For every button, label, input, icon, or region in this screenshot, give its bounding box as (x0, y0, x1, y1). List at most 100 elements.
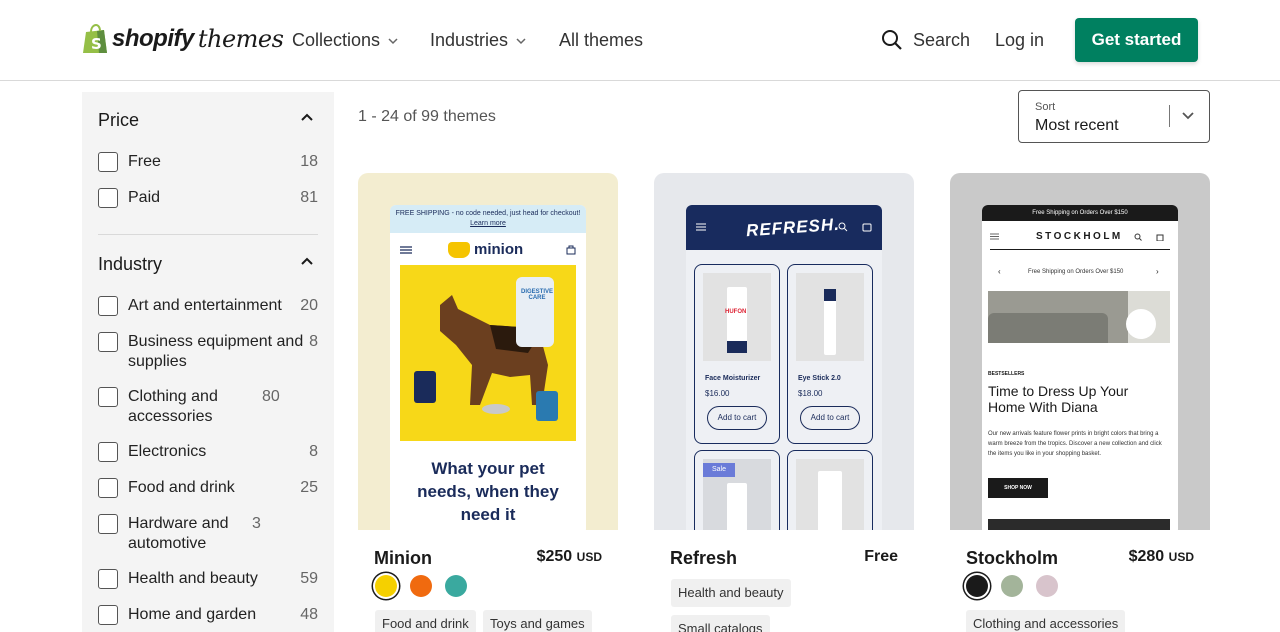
nav-collections-label: Collections (292, 30, 381, 50)
theme-name[interactable]: Stockholm (966, 548, 1058, 569)
theme-card-refresh[interactable]: REFRESH. HUFON Face Moisturizer $16.00 A… (654, 173, 914, 632)
checkbox[interactable] (98, 188, 118, 208)
color-swatch[interactable] (1036, 575, 1058, 597)
color-swatch[interactable] (410, 575, 432, 597)
checkbox[interactable] (98, 332, 118, 352)
color-swatch[interactable] (1001, 575, 1023, 597)
filter-option-count: 48 (300, 606, 318, 623)
product-image: HUFON (703, 273, 771, 361)
divider (98, 234, 318, 235)
login-link[interactable]: Log in (995, 30, 1044, 51)
checkbox[interactable] (98, 478, 118, 498)
theme-info: Stockholm $280 USD Clothing and accessor… (950, 530, 1210, 632)
price-filter-title[interactable]: Price (98, 110, 139, 131)
filter-option-clothing[interactable]: Clothing and accessories 80 (98, 387, 318, 427)
filter-option-food[interactable]: Food and drink 25 (98, 478, 318, 498)
filter-option-label: Hardware and automotive (128, 515, 229, 552)
stick-cap (824, 289, 836, 301)
sofa-shape (988, 313, 1108, 343)
checkbox[interactable] (98, 442, 118, 462)
chevron-down-icon (388, 37, 398, 44)
theme-tag[interactable]: Small catalogs (671, 615, 770, 632)
product-card: Sale (694, 450, 780, 535)
nav-all-themes[interactable]: All themes (559, 30, 643, 51)
filter-option-hardware[interactable]: Hardware and automotive 3 (98, 514, 318, 554)
filter-option-electronics[interactable]: Electronics 8 (98, 442, 318, 462)
color-swatch[interactable] (966, 575, 988, 597)
theme-preview[interactable]: REFRESH. HUFON Face Moisturizer $16.00 A… (654, 173, 914, 535)
theme-preview[interactable]: FREE SHIPPING - no code needed, just hea… (358, 173, 618, 535)
theme-name[interactable]: Minion (374, 548, 432, 569)
theme-name[interactable]: Refresh (670, 548, 737, 569)
filter-option-free[interactable]: Free 18 (98, 152, 318, 172)
filter-option-count: 20 (300, 297, 318, 314)
hero-image: DIGESTIVE CARE (400, 265, 576, 441)
nav-industries[interactable]: Industries (430, 30, 526, 51)
filter-option-health[interactable]: Health and beauty 59 (98, 569, 318, 589)
tube-shape (727, 483, 747, 535)
filter-option-paid[interactable]: Paid 81 (98, 188, 318, 208)
filter-option-count: 8 (309, 333, 318, 350)
filter-option-label: Paid (128, 189, 161, 206)
chevron-up-icon[interactable] (300, 256, 314, 266)
announcement-bar: FREE SHIPPING - no code needed, just hea… (390, 205, 586, 233)
checkbox[interactable] (98, 605, 118, 625)
filter-option-label: Clothing and accessories (128, 388, 218, 425)
filter-option-business[interactable]: Business equipment and supplies 8 (98, 332, 318, 372)
theme-tag[interactable]: Clothing and accessories (966, 610, 1126, 632)
nav-all-themes-label: All themes (559, 30, 644, 50)
price-amount: $280 (1128, 548, 1165, 565)
filter-option-count: 8 (309, 443, 318, 460)
search-button[interactable]: Search (881, 29, 970, 51)
filter-option-art[interactable]: Art and entertainment 20 (98, 296, 318, 316)
checkbox[interactable] (98, 569, 118, 589)
search-label: Search (913, 29, 971, 50)
phone-mockup: FREE SHIPPING - no code needed, just hea… (390, 205, 586, 535)
bag-icon (566, 245, 576, 255)
checkbox[interactable] (98, 387, 118, 407)
hero-image (988, 291, 1170, 343)
sale-badge: Sale (703, 463, 735, 477)
theme-preview[interactable]: Free Shipping on Orders Over $150 STOCKH… (950, 173, 1210, 535)
color-swatch[interactable] (445, 575, 467, 597)
shopify-themes-logo[interactable]: S shopify themes (82, 24, 284, 54)
product-image: Sale (703, 459, 771, 535)
filter-option-label: Health and beauty (128, 570, 258, 587)
filter-option-home[interactable]: Home and garden 48 (98, 605, 318, 625)
sort-value: Most recent (1035, 117, 1119, 134)
hero-headline: What your pet needs, when they need it (417, 459, 559, 524)
svg-text:S: S (91, 35, 102, 53)
theme-card-minion[interactable]: FREE SHIPPING - no code needed, just hea… (358, 173, 618, 632)
product-card: Eye Stick 2.0 $18.00 Add to cart (787, 264, 873, 444)
product-name: Face Moisturizer (705, 375, 761, 382)
menu-icon (990, 233, 999, 240)
chevron-up-icon[interactable] (300, 112, 314, 122)
filter-option-label: Art and entertainment (128, 297, 282, 314)
tube-cap (727, 341, 747, 353)
checkbox[interactable] (98, 296, 118, 316)
chevron-down-icon (516, 37, 526, 44)
color-swatch[interactable] (375, 575, 397, 597)
industry-filter-title[interactable]: Industry (98, 254, 162, 275)
cart-icon (862, 223, 872, 232)
dog-icon (448, 241, 470, 258)
theme-tag[interactable]: Health and beauty (671, 579, 791, 607)
eyebrow-text: BESTSELLERS (988, 371, 1025, 377)
promo-text: Free Shipping on Orders Over $150 (1028, 269, 1124, 275)
chevron-left-icon: ‹ (998, 267, 1001, 276)
filter-option-count: 80 (262, 388, 280, 405)
nav-collections[interactable]: Collections (292, 30, 398, 51)
product-price: $18.00 (798, 389, 823, 398)
checkbox[interactable] (98, 514, 118, 534)
filter-option-count: 81 (300, 189, 318, 206)
hero-body: Our new arrivals feature flower prints i… (988, 431, 1162, 457)
get-started-button[interactable]: Get started (1075, 18, 1198, 62)
sort-select[interactable]: Sort Most recent (1018, 90, 1210, 143)
product-card (787, 450, 873, 535)
theme-card-stockholm[interactable]: Free Shipping on Orders Over $150 STOCKH… (950, 173, 1210, 632)
theme-tag[interactable]: Food and drink (375, 610, 476, 632)
search-icon (1134, 233, 1142, 241)
checkbox[interactable] (98, 152, 118, 172)
theme-tag[interactable]: Toys and games (483, 610, 592, 632)
sort-label: Sort (1035, 101, 1056, 113)
